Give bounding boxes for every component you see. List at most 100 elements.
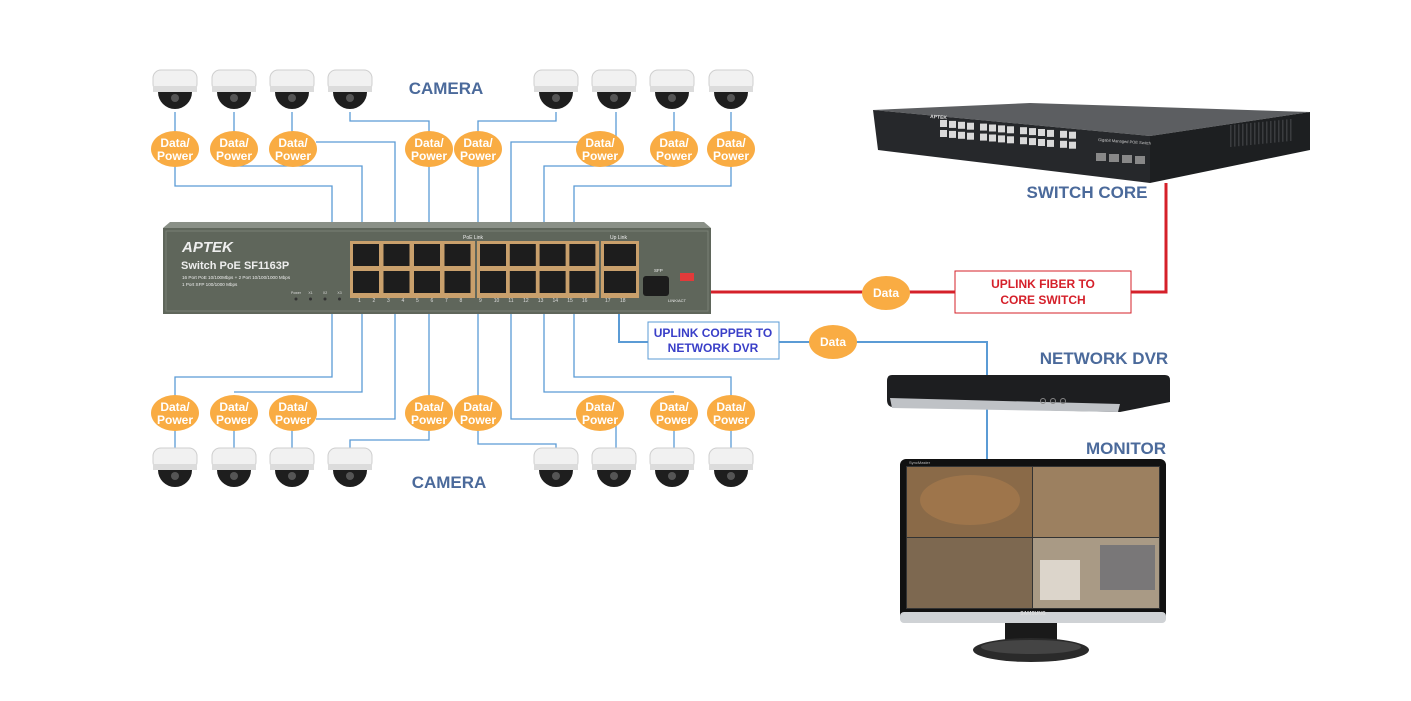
uplink-copper-box: UPLINK COPPER TO NETWORK DVR — [647, 321, 780, 360]
core-port — [1047, 129, 1054, 137]
bubble-label-line1: Data/ — [160, 136, 190, 150]
core-port — [940, 130, 947, 137]
core-port — [958, 131, 965, 139]
data-bubble-copper: Data — [809, 325, 857, 359]
dome-camera-icon — [211, 447, 257, 487]
dome-camera-icon — [708, 69, 754, 109]
rj45-port[interactable] — [383, 271, 410, 293]
rj45-port[interactable] — [414, 271, 440, 293]
port-number: 5 — [416, 298, 419, 304]
bubble-label-line2: Power — [656, 149, 692, 163]
switch-core-label: SWITCH CORE — [1027, 183, 1148, 202]
port-number: 9 — [479, 298, 482, 304]
data-power-bubble: Data/Power — [454, 131, 502, 167]
core-port — [1029, 128, 1036, 136]
uplink-port[interactable] — [604, 271, 636, 293]
monitor-model: SyncMaster — [909, 460, 931, 465]
bubble-label-line2: Power — [157, 149, 193, 163]
uplink-fiber-line2: CORE SWITCH — [1000, 293, 1085, 307]
rj45-port[interactable] — [509, 244, 536, 266]
rj45-port[interactable] — [480, 271, 506, 293]
rj45-port[interactable] — [509, 271, 536, 293]
monitor-brand: SAMSUNG — [1020, 611, 1046, 617]
bubble-label-line2: Power — [656, 413, 692, 427]
port-number: 14 — [553, 298, 559, 304]
copper-wire — [234, 313, 363, 393]
monitor-label: MONITOR — [1086, 439, 1166, 458]
rj45-port[interactable] — [444, 271, 471, 293]
data-bubble-fiber-label: Data — [873, 286, 899, 300]
rj45-port[interactable] — [353, 271, 379, 293]
port-number: 16 — [582, 298, 588, 304]
bubble-label-line1: Data/ — [659, 400, 689, 414]
bubble-label-line2: Power — [713, 413, 749, 427]
port-number: 12 — [523, 298, 529, 304]
copper-wire — [174, 166, 333, 222]
port-number: 2 — [373, 298, 376, 304]
bubble-label-line2: Power — [216, 149, 252, 163]
port-number: 3 — [387, 298, 390, 304]
camera-top-label: CAMERA — [409, 79, 484, 98]
up-link-label: Up Link — [610, 235, 627, 241]
data-power-bubble: Data/Power — [210, 395, 258, 431]
copper-wire — [316, 313, 396, 420]
port-number: 17 — [605, 298, 611, 304]
core-port — [1060, 130, 1067, 138]
port-number: 1 — [358, 298, 361, 304]
bubble-label-line1: Data/ — [716, 400, 746, 414]
copper-wire — [543, 165, 674, 222]
copper-wire — [234, 165, 363, 222]
bubble-label-line1: Data/ — [278, 136, 308, 150]
port-number: 8 — [460, 298, 463, 304]
led-label: X3 — [337, 291, 341, 295]
monitor: SyncMaster SAMSUNG — [900, 459, 1166, 662]
port-number: 6 — [431, 298, 434, 304]
core-port — [1020, 137, 1027, 145]
rj45-port[interactable] — [353, 244, 379, 266]
data-power-bubble: Data/Power — [269, 131, 317, 167]
copper-wire — [316, 141, 396, 222]
core-port — [1060, 140, 1067, 148]
dome-camera-icon — [269, 69, 315, 109]
switch-model: Switch PoE SF1163P — [181, 260, 289, 272]
rj45-port[interactable] — [383, 244, 410, 266]
data-bubble-fiber: Data — [862, 276, 910, 310]
port-number: 13 — [538, 298, 544, 304]
rj45-port[interactable] — [444, 244, 471, 266]
sfp-port[interactable] — [643, 276, 669, 296]
data-bubble-copper-label: Data — [820, 335, 846, 349]
bubble-label-line1: Data/ — [585, 136, 615, 150]
rj45-port[interactable] — [414, 244, 440, 266]
data-power-bubble: Data/Power — [151, 395, 199, 431]
core-port — [1020, 127, 1027, 135]
data-power-bubble: Data/Power — [405, 131, 453, 167]
bubble-label-line2: Power — [582, 149, 618, 163]
core-port — [967, 122, 974, 130]
core-sfp-port — [1135, 156, 1145, 164]
rj45-port[interactable] — [539, 244, 566, 266]
core-port — [998, 125, 1005, 133]
network-dvr — [887, 375, 1170, 412]
rj45-port[interactable] — [539, 271, 566, 293]
bubble-label-line2: Power — [411, 149, 447, 163]
rj45-port[interactable] — [569, 244, 596, 266]
rj45-port[interactable] — [480, 244, 506, 266]
copper-uplink-line — [618, 310, 648, 343]
data-power-bubble: Data/Power — [650, 395, 698, 431]
data-power-bubble: Data/Power — [151, 131, 199, 167]
rj45-port[interactable] — [569, 271, 596, 293]
core-port — [1007, 126, 1014, 134]
data-power-bubble: Data/Power — [576, 131, 624, 167]
bubble-label-line1: Data/ — [414, 400, 444, 414]
core-port — [998, 135, 1005, 143]
data-power-bubble: Data/Power — [707, 131, 755, 167]
bubble-label-line2: Power — [582, 413, 618, 427]
uplink-copper-line2: NETWORK DVR — [668, 341, 759, 355]
uplink-copper-line1: UPLINK COPPER TO — [654, 326, 772, 340]
bubble-label-line1: Data/ — [219, 136, 249, 150]
led-label: Power — [291, 291, 302, 295]
uplink-port[interactable] — [604, 244, 636, 266]
bubble-label-line1: Data/ — [463, 136, 493, 150]
poe-link-label: PoE Link — [463, 235, 484, 241]
bubble-label-line1: Data/ — [219, 400, 249, 414]
